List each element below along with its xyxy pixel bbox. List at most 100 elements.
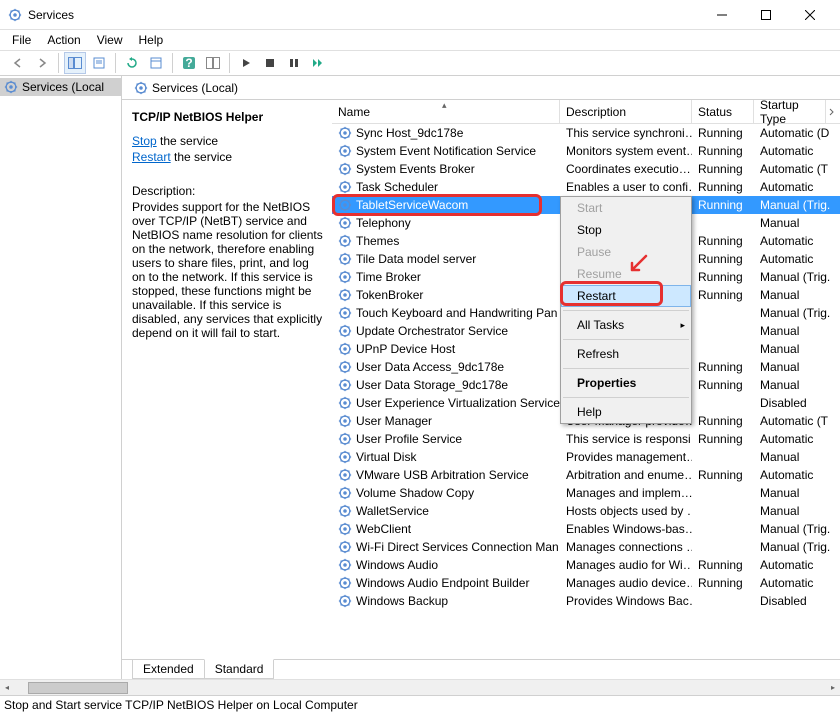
scroll-right-arrow[interactable]: ▸ <box>826 681 840 695</box>
context-help[interactable]: Help <box>561 401 691 423</box>
column-startup[interactable]: Startup Type <box>754 100 826 123</box>
minimize-button[interactable] <box>700 1 744 29</box>
restart-service-button[interactable] <box>307 52 329 74</box>
restart-link[interactable]: Restart <box>132 150 171 164</box>
service-status: Running <box>692 414 754 428</box>
stop-service-button[interactable] <box>259 52 281 74</box>
service-status: Running <box>692 180 754 194</box>
gear-icon <box>338 126 352 140</box>
service-row[interactable]: System Events BrokerCoordinates executio… <box>332 160 840 178</box>
service-startup: Automatic <box>754 576 840 590</box>
service-row[interactable]: System Event Notification ServiceMonitor… <box>332 142 840 160</box>
service-status: Running <box>692 378 754 392</box>
service-status: Running <box>692 558 754 572</box>
menu-view[interactable]: View <box>89 31 131 49</box>
tree-node-services[interactable]: Services (Local <box>0 78 121 96</box>
svg-text:?: ? <box>185 56 192 70</box>
service-name: WalletService <box>356 504 429 518</box>
service-startup: Automatic (T <box>754 414 840 428</box>
detail-heading: TCP/IP NetBIOS Helper <box>132 110 324 124</box>
stop-link[interactable]: Stop <box>132 134 157 148</box>
service-description: Arbitration and enume… <box>560 468 692 482</box>
column-overflow-chevron[interactable] <box>826 100 840 123</box>
tab-extended[interactable]: Extended <box>132 660 205 679</box>
scroll-left-arrow[interactable]: ◂ <box>0 681 14 695</box>
service-row[interactable]: Windows Audio Endpoint BuilderManages au… <box>332 574 840 592</box>
service-description: Enables a user to confi… <box>560 180 692 194</box>
service-row[interactable]: Windows BackupProvides Windows Bac…Disab… <box>332 592 840 610</box>
context-stop[interactable]: Stop <box>561 219 691 241</box>
context-properties[interactable]: Properties <box>561 372 691 394</box>
service-startup: Manual <box>754 288 840 302</box>
menu-file[interactable]: File <box>4 31 39 49</box>
context-separator <box>563 310 689 311</box>
help-button[interactable]: ? <box>178 52 200 74</box>
service-row[interactable]: Windows AudioManages audio for Wi…Runnin… <box>332 556 840 574</box>
menu-action[interactable]: Action <box>39 31 88 49</box>
service-row[interactable]: VMware USB Arbitration ServiceArbitratio… <box>332 466 840 484</box>
service-startup: Disabled <box>754 396 840 410</box>
close-button[interactable] <box>788 1 832 29</box>
scroll-thumb[interactable] <box>28 682 128 694</box>
service-startup: Automatic <box>754 252 840 266</box>
service-row[interactable]: Task SchedulerEnables a user to confi…Ru… <box>332 178 840 196</box>
column-headers: ▴ Name Description Status Startup Type <box>332 100 840 124</box>
statusbar: Stop and Start service TCP/IP NetBIOS He… <box>0 695 840 715</box>
toolbar-separator <box>58 53 59 73</box>
gear-icon <box>338 306 352 320</box>
service-row[interactable]: User Profile ServiceThis service is resp… <box>332 430 840 448</box>
context-restart[interactable]: Restart <box>561 285 691 307</box>
gear-icon <box>338 522 352 536</box>
gear-icon <box>338 360 352 374</box>
properties-button[interactable] <box>145 52 167 74</box>
forward-button[interactable] <box>31 52 53 74</box>
detail-panel: TCP/IP NetBIOS Helper Stop the service R… <box>122 100 332 659</box>
gear-icon <box>338 144 352 158</box>
service-name: Virtual Disk <box>356 450 416 464</box>
service-row[interactable]: WebClientEnables Windows-bas…Manual (Tri… <box>332 520 840 538</box>
show-hide-tree-button[interactable] <box>64 52 86 74</box>
back-button[interactable] <box>7 52 29 74</box>
service-startup: Manual (Trig. <box>754 270 840 284</box>
menu-help[interactable]: Help <box>131 31 172 49</box>
export-button[interactable] <box>88 52 110 74</box>
service-row[interactable]: Wi-Fi Direct Services Connection Man… Man… <box>332 538 840 556</box>
gear-icon <box>338 558 352 572</box>
refresh-button[interactable] <box>121 52 143 74</box>
tab-standard[interactable]: Standard <box>204 659 275 679</box>
service-row[interactable]: WalletServiceHosts objects used by …Manu… <box>332 502 840 520</box>
service-startup: Automatic <box>754 558 840 572</box>
service-startup: Manual <box>754 324 840 338</box>
pane-header-label: Services (Local) <box>152 81 238 95</box>
sort-indicator: ▴ <box>442 100 447 111</box>
gear-icon <box>338 180 352 194</box>
gear-icon <box>338 378 352 392</box>
horizontal-scrollbar[interactable]: ◂ ▸ <box>0 679 840 695</box>
service-name: Wi-Fi Direct Services Connection Man… <box>356 540 560 554</box>
context-refresh[interactable]: Refresh <box>561 343 691 365</box>
service-row[interactable]: Volume Shadow CopyManages and implem…Man… <box>332 484 840 502</box>
pause-service-button[interactable] <box>283 52 305 74</box>
service-startup: Manual (Trig. <box>754 522 840 536</box>
maximize-button[interactable] <box>744 1 788 29</box>
gear-icon <box>338 324 352 338</box>
service-row[interactable]: Sync Host_9dc178eThis service synchroni…… <box>332 124 840 142</box>
right-pane: Services (Local) TCP/IP NetBIOS Helper S… <box>122 76 840 679</box>
context-alltasks[interactable]: All Tasks <box>561 314 691 336</box>
service-status: Running <box>692 162 754 176</box>
column-description[interactable]: Description <box>560 100 692 123</box>
gear-icon <box>338 270 352 284</box>
service-row[interactable]: Virtual DiskProvides management…Manual <box>332 448 840 466</box>
column-status[interactable]: Status <box>692 100 754 123</box>
detail-pane-button[interactable] <box>202 52 224 74</box>
gear-icon <box>338 396 352 410</box>
start-service-button[interactable] <box>235 52 257 74</box>
service-name: Update Orchestrator Service <box>356 324 508 338</box>
gear-icon <box>338 252 352 266</box>
service-name: Time Broker <box>356 270 421 284</box>
tabs: Extended Standard <box>122 659 840 679</box>
detail-restart-line: Restart the service <box>132 150 324 164</box>
service-startup: Manual (Trig. <box>754 540 840 554</box>
service-name: Tile Data model server <box>356 252 476 266</box>
service-name: Themes <box>356 234 399 248</box>
